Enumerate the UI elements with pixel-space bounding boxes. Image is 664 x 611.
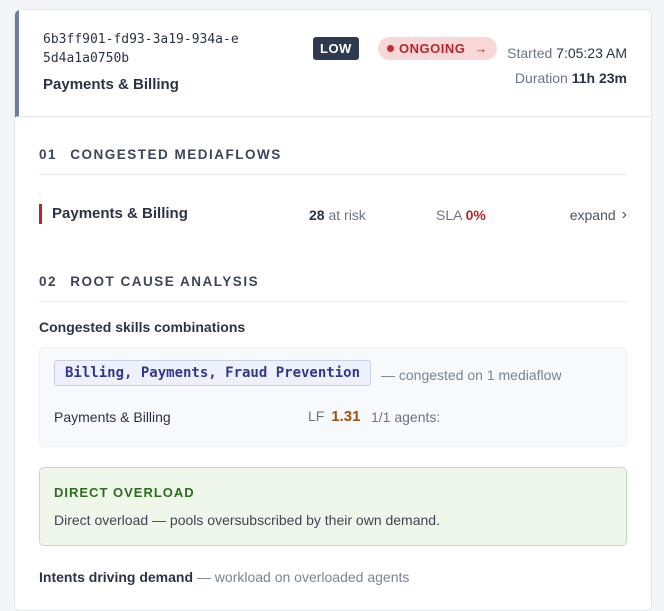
intents-heading: Intents driving demand — workload on ove… — [39, 569, 409, 585]
started-row: Started 7:05:23 AM — [507, 41, 627, 66]
at-risk-count: 28 at risk — [309, 207, 366, 223]
status-dot-icon — [387, 45, 394, 52]
started-label: Started — [507, 45, 553, 61]
expand-button[interactable]: expand › — [569, 206, 627, 224]
sla-label: SLA — [436, 207, 462, 223]
overload-title: DIRECT OVERLOAD — [54, 485, 195, 500]
intents-title: Intents driving demand — [39, 569, 194, 585]
incident-card: 6b3ff901-fd93-3a19-934a-e5d4a1a0750b Pay… — [14, 9, 652, 611]
chevron-right-icon: › — [621, 206, 627, 223]
combos-heading: Congested skills combinations — [39, 319, 246, 335]
skills-combo-panel: Billing, Payments, Fraud Prevention — co… — [39, 347, 627, 447]
sla-percent: 0% — [465, 207, 486, 223]
lf-value: 1.31 — [331, 408, 361, 425]
combo-queue-name: Payments & Billing — [54, 409, 171, 425]
duration-label: Duration — [514, 70, 568, 86]
duration-row: Duration 11h 23m — [507, 66, 627, 91]
load-factor: LF 1.31 — [308, 408, 360, 425]
duration-value: 11h 23m — [571, 70, 627, 86]
section-number: 02 — [39, 274, 58, 289]
risk-count: 28 — [309, 207, 325, 223]
lf-label: LF — [308, 408, 325, 424]
started-value: 7:05:23 AM — [556, 45, 627, 61]
section-label: ROOT CAUSE ANALYSIS — [70, 274, 260, 289]
risk-indicator-bar — [39, 204, 42, 224]
sla-value: SLA 0% — [436, 207, 486, 223]
incident-header: 6b3ff901-fd93-3a19-934a-e5d4a1a0750b Pay… — [15, 10, 651, 117]
mediaflow-row[interactable]: Payments & Billing 28 at risk SLA 0% exp… — [39, 204, 627, 226]
incident-id: 6b3ff901-fd93-3a19-934a-e5d4a1a0750b — [43, 32, 239, 66]
section-label: CONGESTED MEDIAFLOWS — [70, 147, 282, 162]
expand-label: expand — [569, 207, 616, 223]
status-label: ONGOING — [399, 41, 466, 56]
direct-overload-panel: DIRECT OVERLOAD Direct overload — pools … — [39, 467, 627, 546]
divider — [39, 174, 627, 175]
risk-label: at risk — [328, 207, 366, 223]
status-badge[interactable]: ONGOING → — [378, 37, 497, 60]
severity-badge: LOW — [313, 37, 359, 60]
section-title-congested: 01 CONGESTED MEDIAFLOWS — [39, 147, 282, 162]
incident-queue: Payments & Billing — [43, 76, 179, 93]
skills-chip[interactable]: Billing, Payments, Fraud Prevention — [54, 360, 372, 386]
intents-note: — workload on overloaded agents — [196, 569, 410, 585]
mediaflow-name: Payments & Billing — [52, 205, 188, 222]
divider — [39, 301, 627, 302]
arrow-right-icon: → — [474, 41, 488, 56]
combo-note: — congested on 1 mediaflow — [381, 367, 562, 383]
overload-description: Direct overload — pools oversubscribed b… — [54, 512, 440, 528]
incident-meta: Started 7:05:23 AM Duration 11h 23m — [507, 41, 627, 91]
section-number: 01 — [39, 147, 58, 162]
section-title-root-cause: 02 ROOT CAUSE ANALYSIS — [39, 274, 259, 289]
agents-count: 1/1 agents: — [371, 409, 441, 425]
